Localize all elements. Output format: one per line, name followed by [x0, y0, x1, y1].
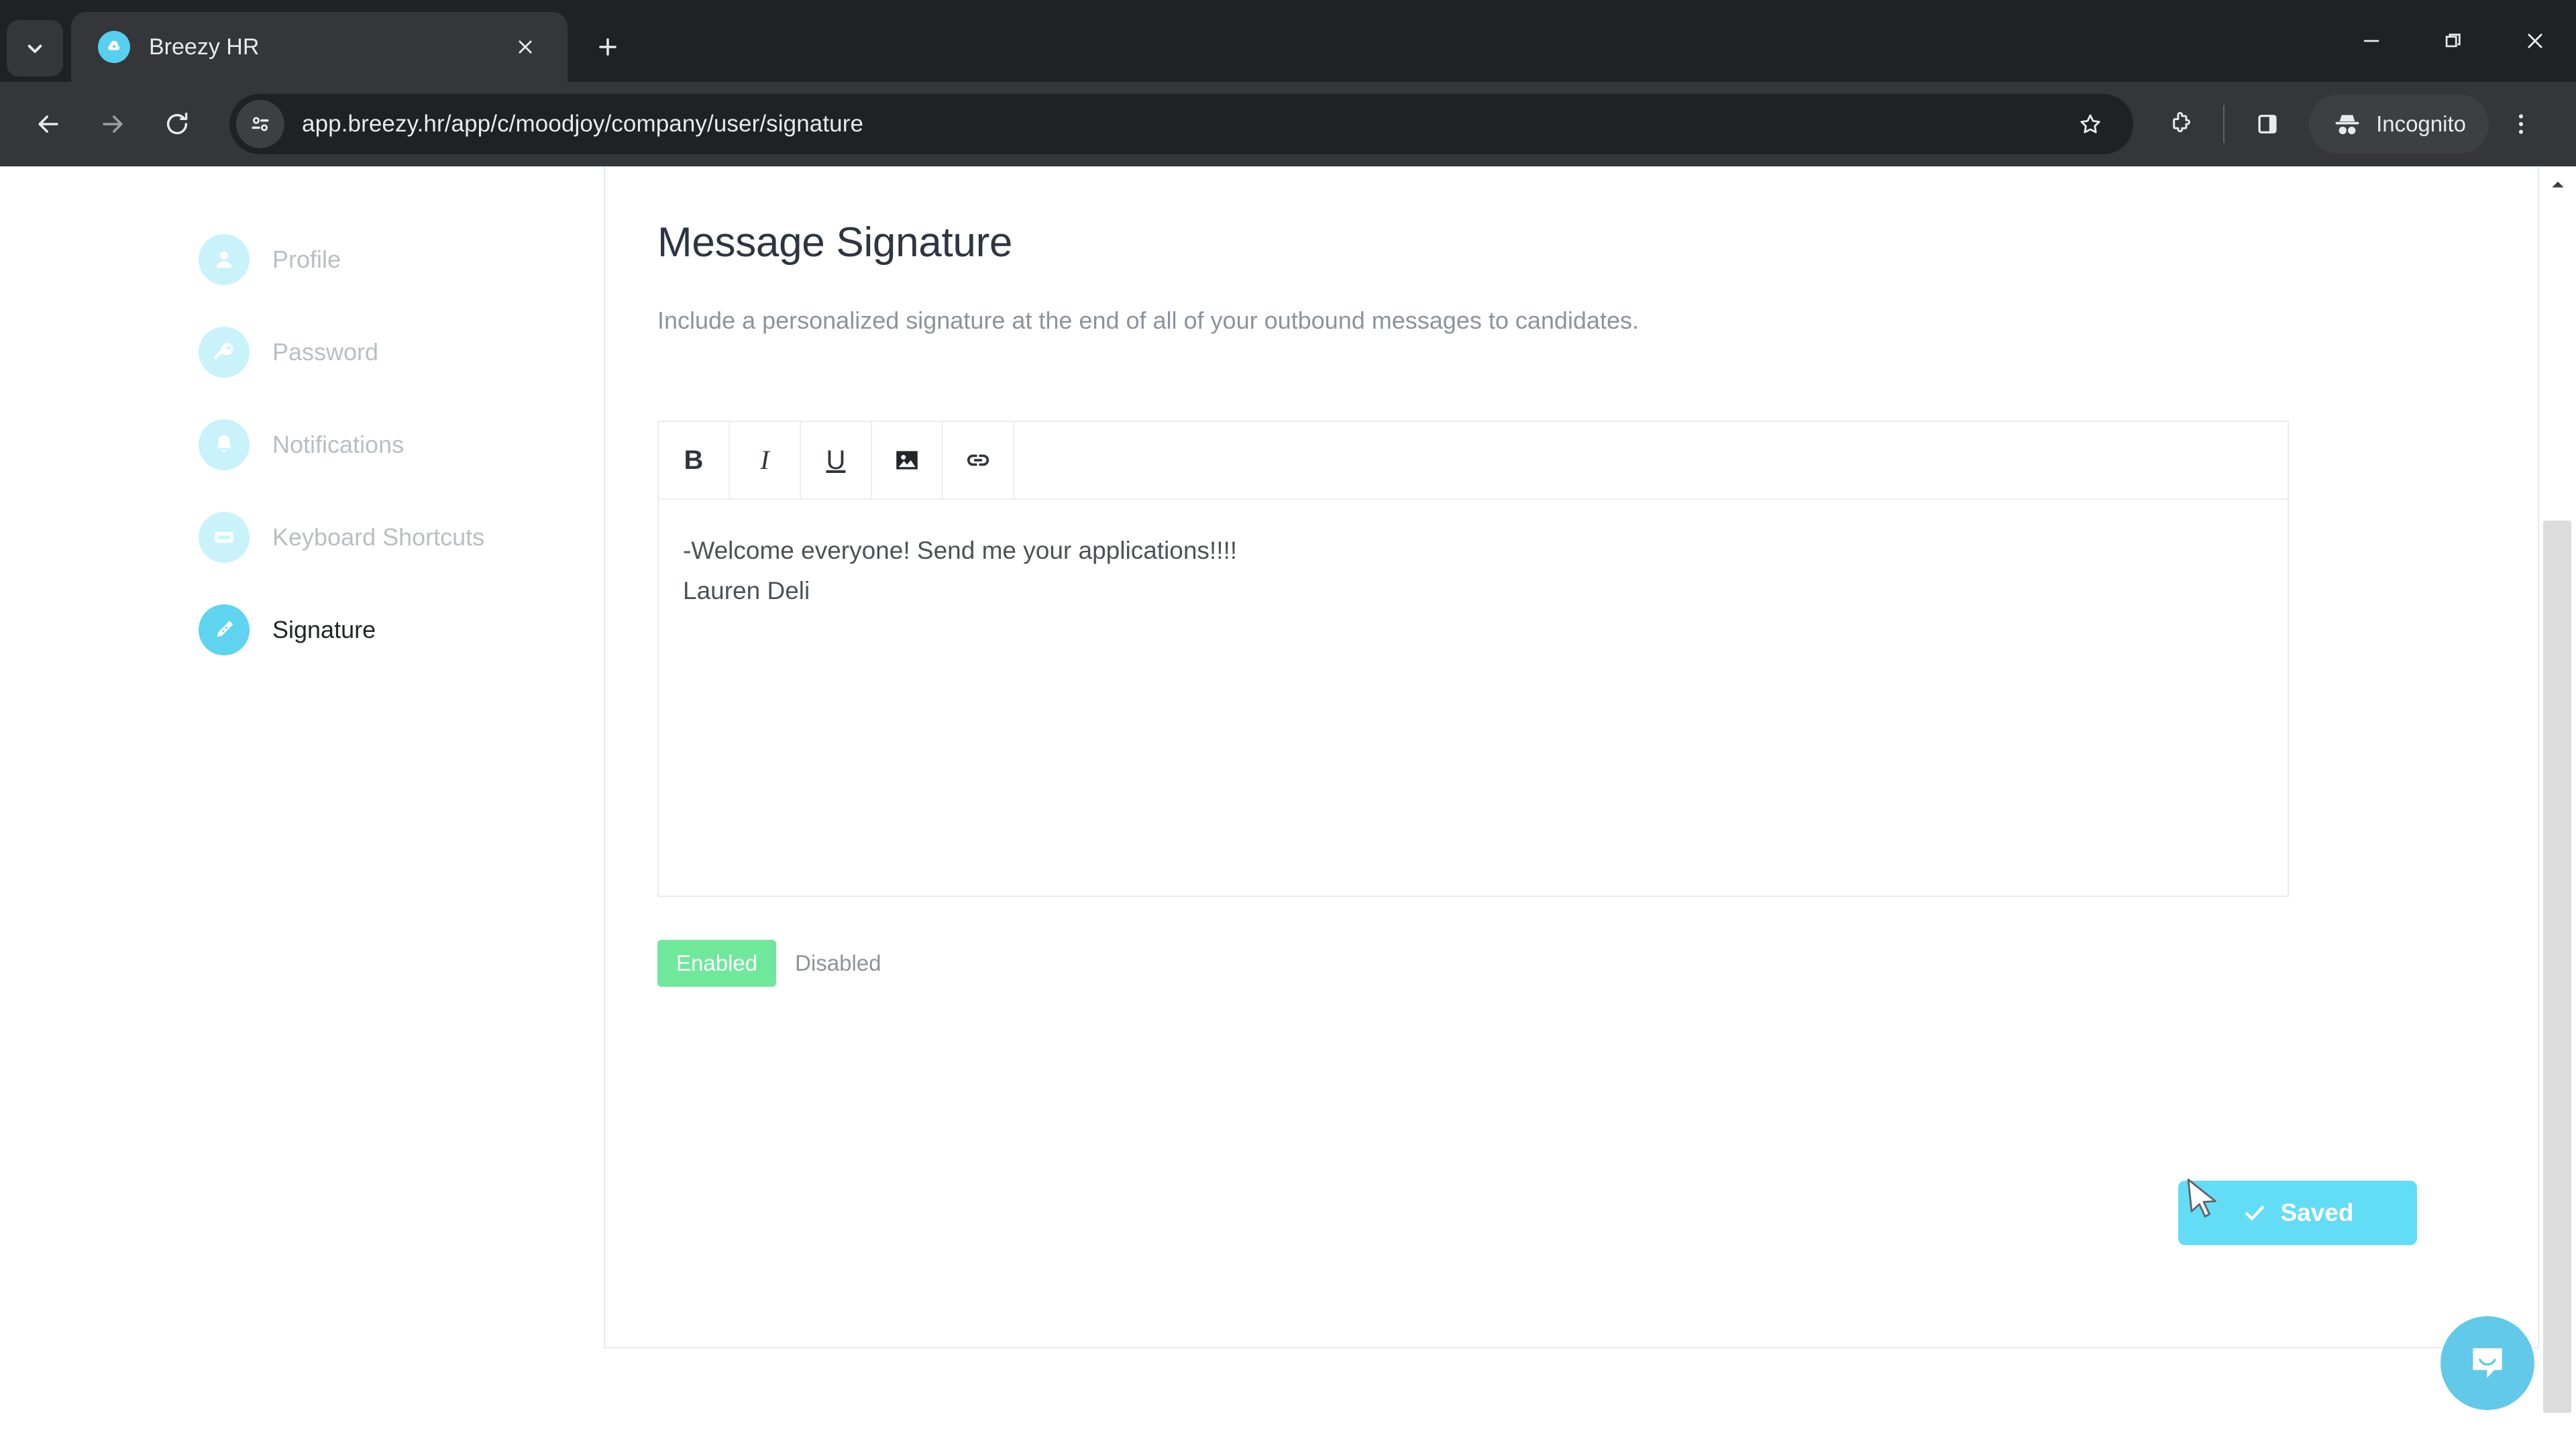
forward-arrow-icon — [103, 115, 123, 133]
checkmark-icon — [2245, 1205, 2265, 1220]
tab-strip: Breezy HR — [0, 0, 2576, 82]
signature-line-1: -Welcome everyone! Send me your applicat… — [683, 537, 1238, 565]
italic-glyph: I — [760, 445, 769, 476]
page-scrollbar[interactable] — [2539, 166, 2576, 1449]
minimize-icon — [2363, 40, 2379, 42]
key-icon — [199, 327, 250, 378]
bookmark-button[interactable] — [2065, 99, 2116, 150]
close-window-button[interactable] — [2494, 0, 2576, 82]
chevron-down-icon — [28, 44, 42, 53]
back-button[interactable] — [16, 92, 80, 156]
person-icon — [199, 234, 250, 285]
url-text: app.breezy.hr/app/c/moodjoy/company/user… — [302, 111, 864, 137]
reload-icon — [166, 112, 188, 135]
bell-icon — [199, 419, 250, 470]
tab-search-button[interactable] — [7, 20, 63, 76]
settings-sidebar: Profile Password Notifications Keyboard … — [0, 166, 604, 1449]
three-dot-menu-icon — [2518, 114, 2524, 134]
tune-icon — [252, 117, 269, 131]
sidebar-item-keyboard-shortcuts[interactable]: Keyboard Shortcuts — [0, 511, 604, 564]
close-icon — [2528, 34, 2542, 48]
sidebar-item-label: Notifications — [272, 431, 405, 458]
page-viewport: Profile Password Notifications Keyboard … — [0, 166, 2576, 1449]
browser-tab[interactable]: Breezy HR — [71, 12, 568, 82]
sidebar-item-signature[interactable]: Signature — [0, 604, 604, 656]
incognito-hat-icon — [2335, 115, 2359, 135]
chat-bubble-icon — [2473, 1348, 2502, 1378]
sidebar-item-label: Profile — [272, 246, 341, 273]
sidebar-item-password[interactable]: Password — [0, 326, 604, 378]
restore-icon — [2445, 34, 2461, 48]
site-settings-button[interactable] — [236, 100, 284, 148]
close-icon — [519, 40, 532, 54]
extensions-button[interactable] — [2148, 92, 2212, 156]
signature-line-2: Lauren Deli — [683, 577, 810, 605]
incognito-label: Incognito — [2376, 111, 2466, 136]
side-panel-button[interactable] — [2235, 92, 2300, 156]
toggle-option-disabled[interactable]: Disabled — [776, 940, 900, 987]
image-icon — [896, 451, 918, 470]
mouse-cursor — [2187, 1179, 2216, 1218]
tab-close-button[interactable] — [506, 28, 545, 66]
browser-toolbar: app.breezy.hr/app/c/moodjoy/company/user… — [0, 82, 2576, 166]
sidebar-item-label: Keyboard Shortcuts — [272, 523, 485, 551]
toggle-option-enabled[interactable]: Enabled — [657, 940, 777, 987]
maximize-button[interactable] — [2412, 0, 2494, 82]
scrollbar-thumb[interactable] — [2543, 521, 2571, 1413]
signature-content[interactable]: -Welcome everyone! Send me your applicat… — [659, 500, 2288, 896]
back-arrow-icon — [38, 115, 58, 133]
pencil-icon — [199, 604, 250, 655]
editor-toolbar: B I U — [659, 422, 2288, 500]
bold-button[interactable]: B — [659, 422, 730, 499]
minimize-button[interactable] — [2330, 0, 2412, 82]
breezy-cloud-icon — [98, 31, 130, 63]
side-panel-icon — [2258, 115, 2277, 133]
page-content: Profile Password Notifications Keyboard … — [0, 166, 2539, 1449]
insert-image-button[interactable] — [872, 422, 943, 499]
window-controls — [2330, 0, 2576, 82]
sidebar-item-label: Signature — [272, 616, 376, 643]
scroll-up-arrow-icon — [2551, 181, 2564, 188]
star-icon — [2080, 114, 2100, 133]
underline-button[interactable]: U — [801, 422, 872, 499]
forward-button[interactable] — [80, 92, 145, 156]
underline-glyph: U — [826, 445, 846, 476]
browser-menu-button[interactable] — [2489, 92, 2553, 156]
puzzle-piece-icon — [2173, 111, 2190, 133]
insert-link-button[interactable] — [943, 422, 1014, 499]
page-title: Message Signature — [657, 219, 1013, 266]
bold-glyph: B — [684, 445, 704, 476]
incognito-indicator[interactable]: Incognito — [2309, 95, 2489, 154]
sidebar-item-notifications[interactable]: Notifications — [0, 419, 604, 471]
reload-button[interactable] — [145, 92, 209, 156]
signature-editor[interactable]: B I U -Welcome everyone! Send me your ap… — [657, 421, 2289, 898]
new-tab-button[interactable] — [582, 21, 633, 72]
italic-button[interactable]: I — [730, 422, 801, 499]
address-bar[interactable]: app.breezy.hr/app/c/moodjoy/company/user… — [229, 94, 2134, 154]
tab-title: Breezy HR — [149, 34, 260, 60]
keyboard-icon — [199, 512, 250, 563]
tabstrip-left-spacer — [0, 0, 7, 82]
toolbar-divider — [2223, 105, 2225, 143]
link-icon — [967, 454, 989, 466]
scrollbar-up-button[interactable] — [2539, 170, 2576, 199]
page-description: Include a personalized signature at the … — [657, 307, 1639, 334]
support-chat-launcher[interactable] — [2440, 1316, 2534, 1410]
save-button-label: Saved — [2280, 1199, 2354, 1226]
settings-card: Message Signature Include a personalized… — [604, 166, 2539, 1348]
signature-status-toggle: Enabled Disabled — [657, 940, 2417, 987]
sidebar-item-profile[interactable]: Profile — [0, 233, 604, 286]
browser-window: Breezy HR app.breezy.hr/app/c/moodjoy/co… — [0, 0, 2576, 1449]
plus-icon — [599, 38, 616, 56]
sidebar-item-label: Password — [272, 338, 379, 366]
